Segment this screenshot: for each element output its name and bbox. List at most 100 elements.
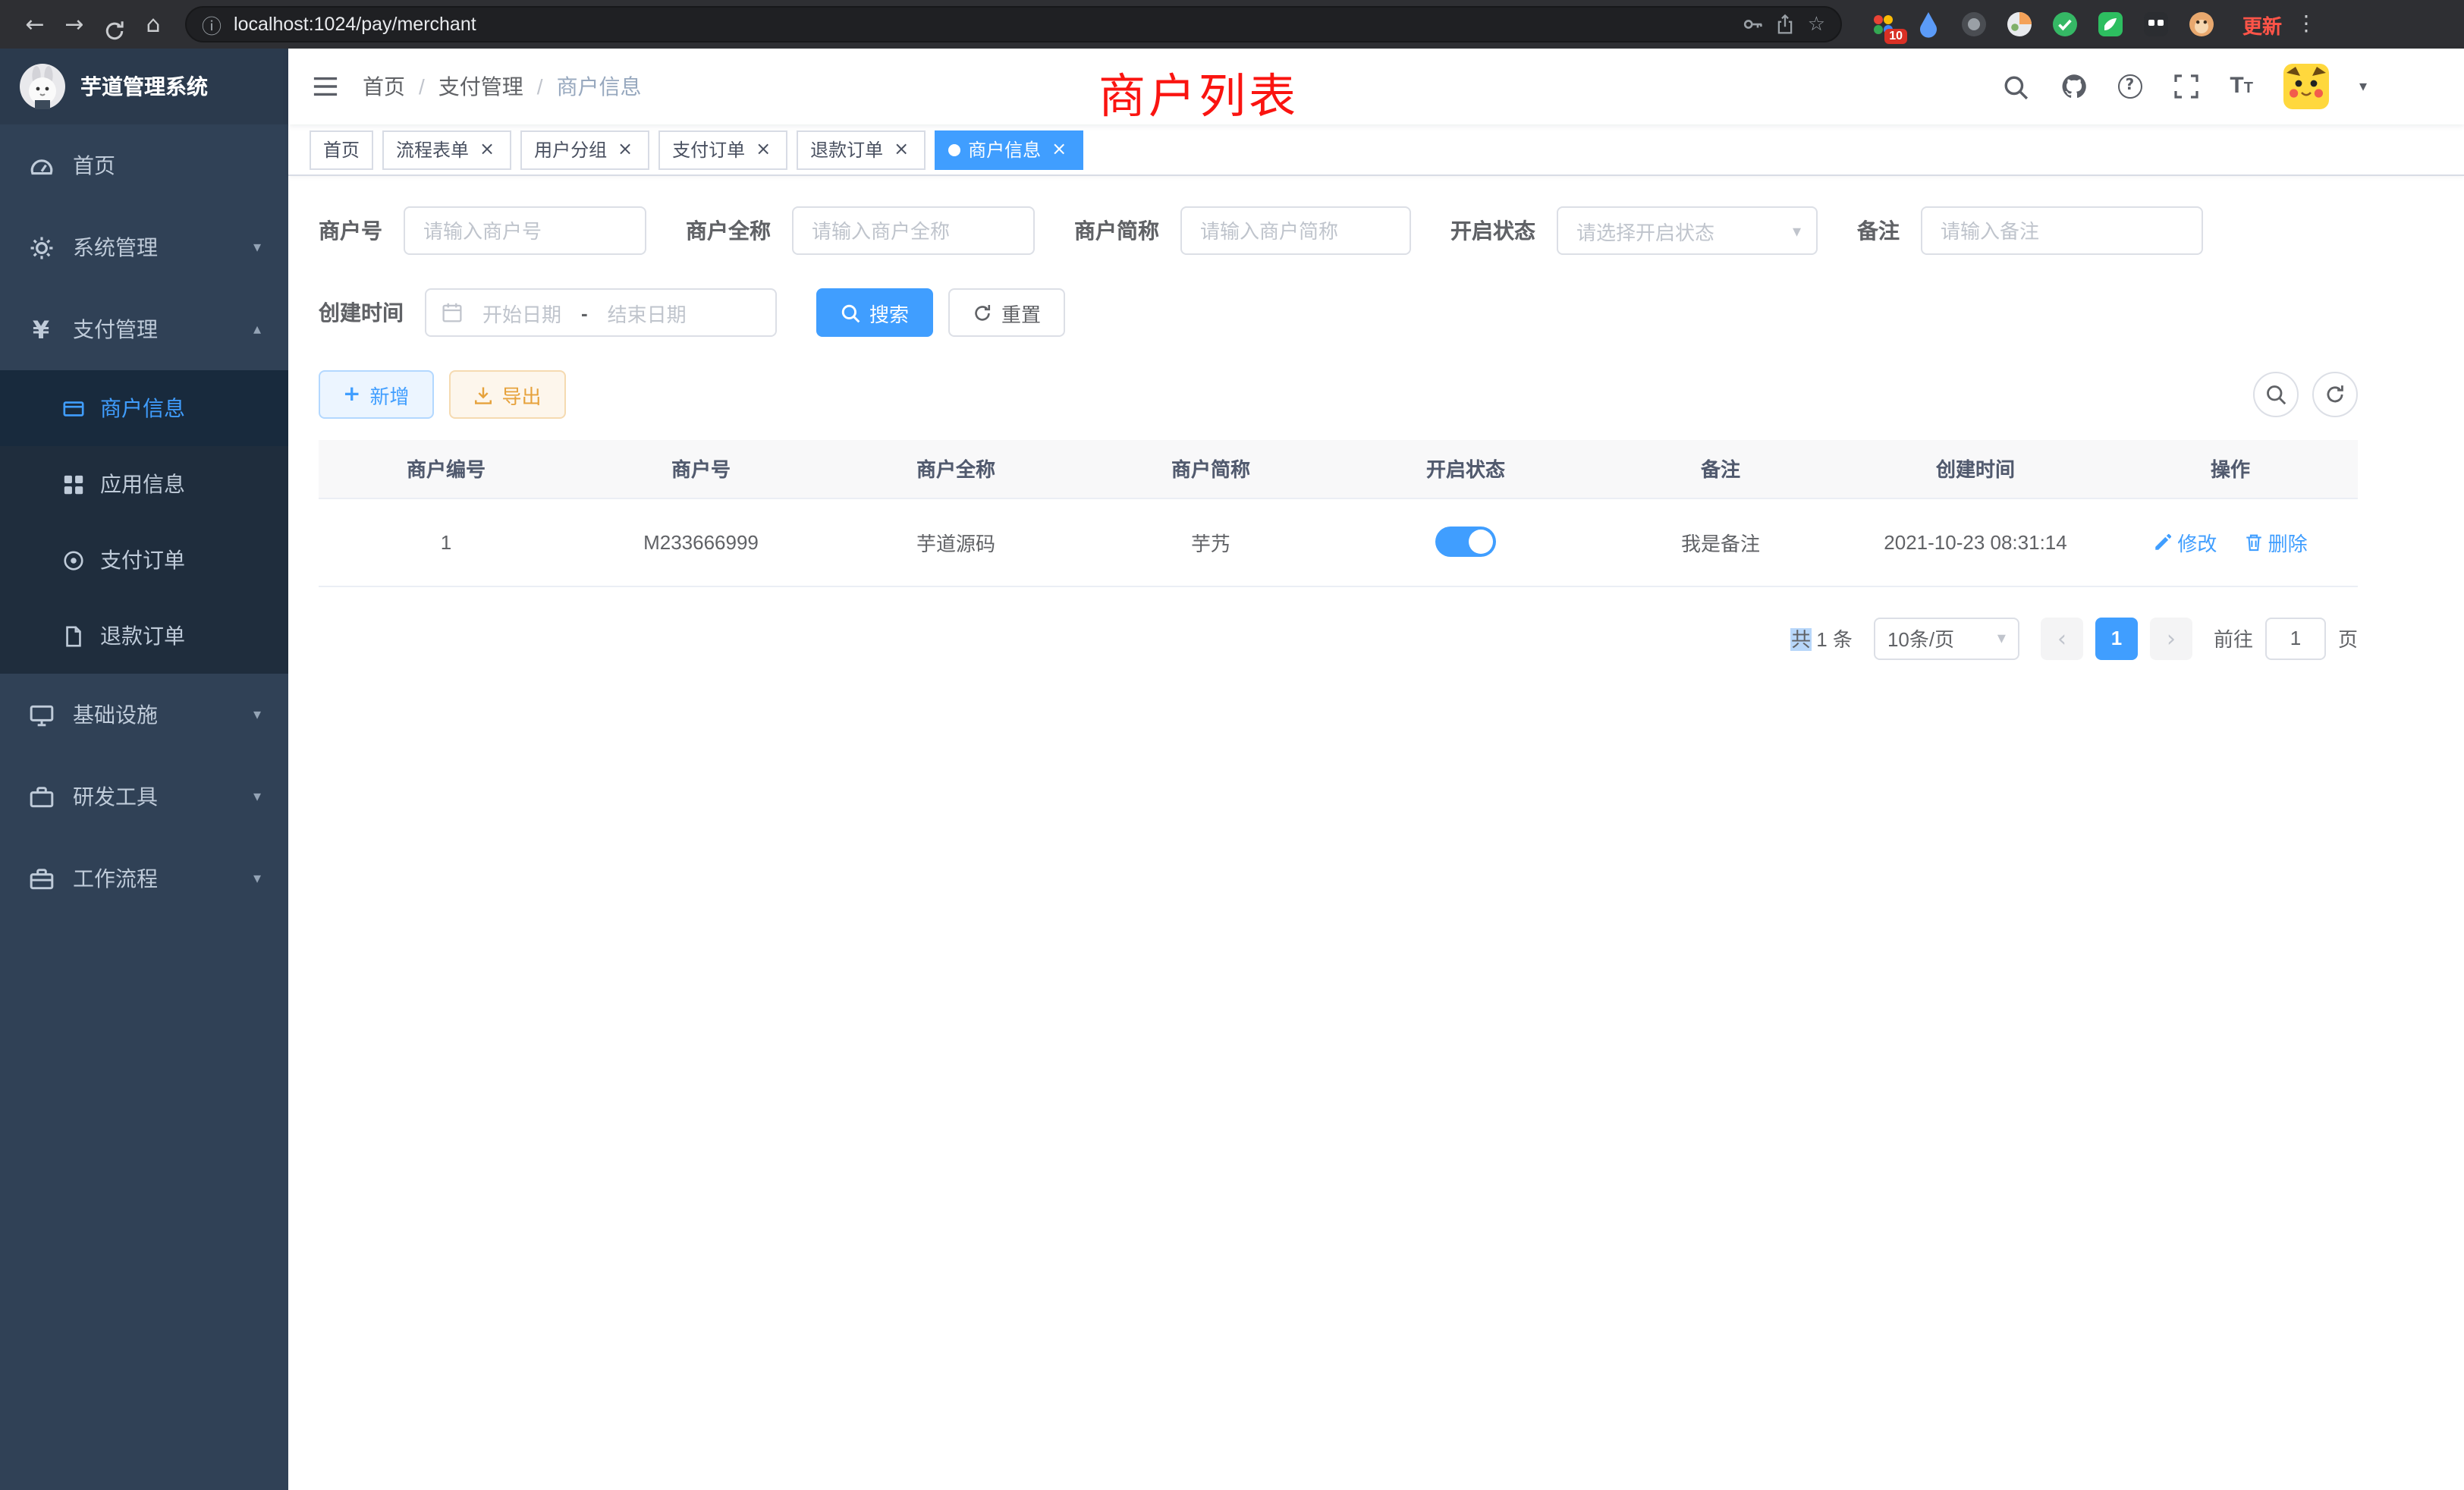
app-logo[interactable]: 芋道管理系统 [0,49,288,124]
sidebar-item-workflow[interactable]: 工作流程 ▾ [0,838,288,919]
status-select[interactable]: 请选择开启状态 ▾ [1557,206,1818,255]
extension-dark-square-icon[interactable] [2142,11,2170,38]
breadcrumb-payment[interactable]: 支付管理 [438,71,523,102]
collapse-sidebar-button[interactable] [288,76,363,97]
sidebar-subitem-label: 应用信息 [100,469,288,499]
cell-status [1338,498,1593,586]
grid-icon [61,472,85,496]
sidebar-item-system-mgmt[interactable]: 系统管理 ▾ [0,206,288,288]
toggle-search-button[interactable] [2253,372,2299,417]
goto-page: 前往 页 [2214,617,2358,659]
sidebar-subitem-label: 退款订单 [100,621,288,651]
github-icon[interactable] [2060,73,2087,100]
status-toggle[interactable] [1435,527,1496,557]
extension-monkey-icon[interactable] [2188,11,2215,38]
create-time-range-picker[interactable]: 开始日期 - 结束日期 [425,288,777,337]
close-icon[interactable]: × [891,139,912,160]
pagination: 共 1 条 10条/页 ▾ ‹ 1 › 前往 页 [319,617,2358,659]
short-name-input[interactable] [1180,206,1411,255]
merchant-no-input[interactable] [404,206,646,255]
close-icon[interactable]: × [753,139,774,160]
credit-card-icon [61,396,85,420]
edit-link[interactable]: 修改 [2153,527,2217,556]
short-name-label: 商户简称 [1074,215,1159,246]
close-icon[interactable]: × [614,139,636,160]
extension-check-circle-icon[interactable] [2051,11,2079,38]
reset-button[interactable]: 重置 [948,288,1065,337]
annotation-title: 商户列表 [1098,58,1299,126]
page-unit-label: 页 [2338,624,2358,652]
sidebar-item-infrastructure[interactable]: 基础设施 ▾ [0,674,288,756]
merchant-table: 商户编号 商户号 商户全称 商户简称 开启状态 备注 创建时间 操作 1 [319,440,2358,586]
full-name-input[interactable] [792,206,1035,255]
page-size-select[interactable]: 10条/页 ▾ [1874,617,2019,659]
col-merchant-id: 商户编号 [319,440,574,498]
search-icon[interactable] [2002,73,2029,100]
add-button[interactable]: + 新增 [319,370,434,419]
breadcrumb-current: 商户信息 [557,71,642,102]
browser-home-icon[interactable]: ⌂ [134,0,173,49]
font-size-icon[interactable]: TT [2230,73,2253,100]
document-icon [61,624,85,648]
toolbox-icon [27,783,55,810]
sidebar-item-dev-tools[interactable]: 研发工具 ▾ [0,756,288,838]
tab-home[interactable]: 首页 [310,130,373,169]
col-actions: 操作 [2103,440,2358,498]
sidebar-subitem-app-info[interactable]: 应用信息 [0,446,288,522]
fullscreen-icon[interactable] [2172,73,2199,100]
extension-green-square-icon[interactable] [2097,11,2124,38]
delete-link[interactable]: 删除 [2244,527,2308,556]
next-page-button[interactable]: › [2150,617,2192,659]
col-remark: 备注 [1593,440,1848,498]
filter-full-name: 商户全称 [686,206,1035,255]
browser-reload-icon[interactable] [94,7,134,42]
extension-badge: 10 [1884,29,1907,44]
tab-refund-order[interactable]: 退款订单 × [797,130,926,169]
search-button[interactable]: 搜索 [816,288,933,337]
browser-back-icon[interactable]: ← [15,0,55,49]
address-bar[interactable]: ⓘ localhost:1024/pay/merchant ☆ [185,6,1842,42]
dashboard-icon [27,152,55,179]
extension-drop-icon[interactable] [1915,11,1942,38]
url-text[interactable]: localhost:1024/pay/merchant [234,14,1730,35]
bookmark-star-icon[interactable]: ☆ [1808,13,1825,36]
page-number-1[interactable]: 1 [2095,617,2138,659]
cell-merchant-id: 1 [319,498,574,586]
refresh-table-button[interactable] [2312,372,2358,417]
breadcrumb: 首页 / 支付管理 / 商户信息 [363,71,642,102]
browser-update-button[interactable]: 更新 [2242,10,2282,39]
filter-row-2: 创建时间 开始日期 - 结束日期 [319,288,2358,337]
sidebar-item-home[interactable]: 首页 [0,124,288,206]
tab-user-group[interactable]: 用户分组 × [520,130,649,169]
remark-input[interactable] [1921,206,2203,255]
tab-pay-order[interactable]: 支付订单 × [658,130,787,169]
date-start-placeholder: 开始日期 [472,298,572,327]
avatar-caret-icon[interactable]: ▾ [2359,78,2367,95]
close-icon[interactable]: × [1048,139,1070,160]
breadcrumb-separator: / [537,74,543,99]
chevron-down-icon: ▾ [253,239,261,256]
sidebar-subitem-merchant-info[interactable]: 商户信息 [0,370,288,446]
tab-process-form[interactable]: 流程表单 × [382,130,511,169]
sidebar-item-payment-mgmt[interactable]: ¥ 支付管理 ▴ [0,288,288,370]
extension-dark-circle-icon[interactable] [1960,11,1988,38]
breadcrumb-home[interactable]: 首页 [363,71,405,102]
sidebar-subitem-pay-order[interactable]: 支付订单 [0,522,288,598]
export-button[interactable]: 导出 [449,370,566,419]
browser-menu-icon[interactable]: ⋮ [2294,0,2318,49]
filter-remark: 备注 [1857,206,2203,255]
tab-merchant-info[interactable]: 商户信息 × [935,130,1083,169]
browser-forward-icon[interactable]: → [55,0,94,49]
extension-color-circle-icon[interactable] [2006,11,2033,38]
close-icon[interactable]: × [476,139,498,160]
prev-page-button[interactable]: ‹ [2041,617,2083,659]
breadcrumb-separator: / [419,74,425,99]
password-key-icon[interactable] [1743,14,1764,35]
share-icon[interactable] [1776,14,1796,35]
goto-page-input[interactable] [2265,617,2326,659]
page-info-icon[interactable]: ⓘ [202,10,222,39]
sidebar-subitem-refund-order[interactable]: 退款订单 [0,598,288,674]
user-avatar[interactable] [2283,64,2329,109]
extension-grid-icon[interactable]: 10 [1869,11,1897,38]
help-icon[interactable]: ? [2117,74,2142,99]
